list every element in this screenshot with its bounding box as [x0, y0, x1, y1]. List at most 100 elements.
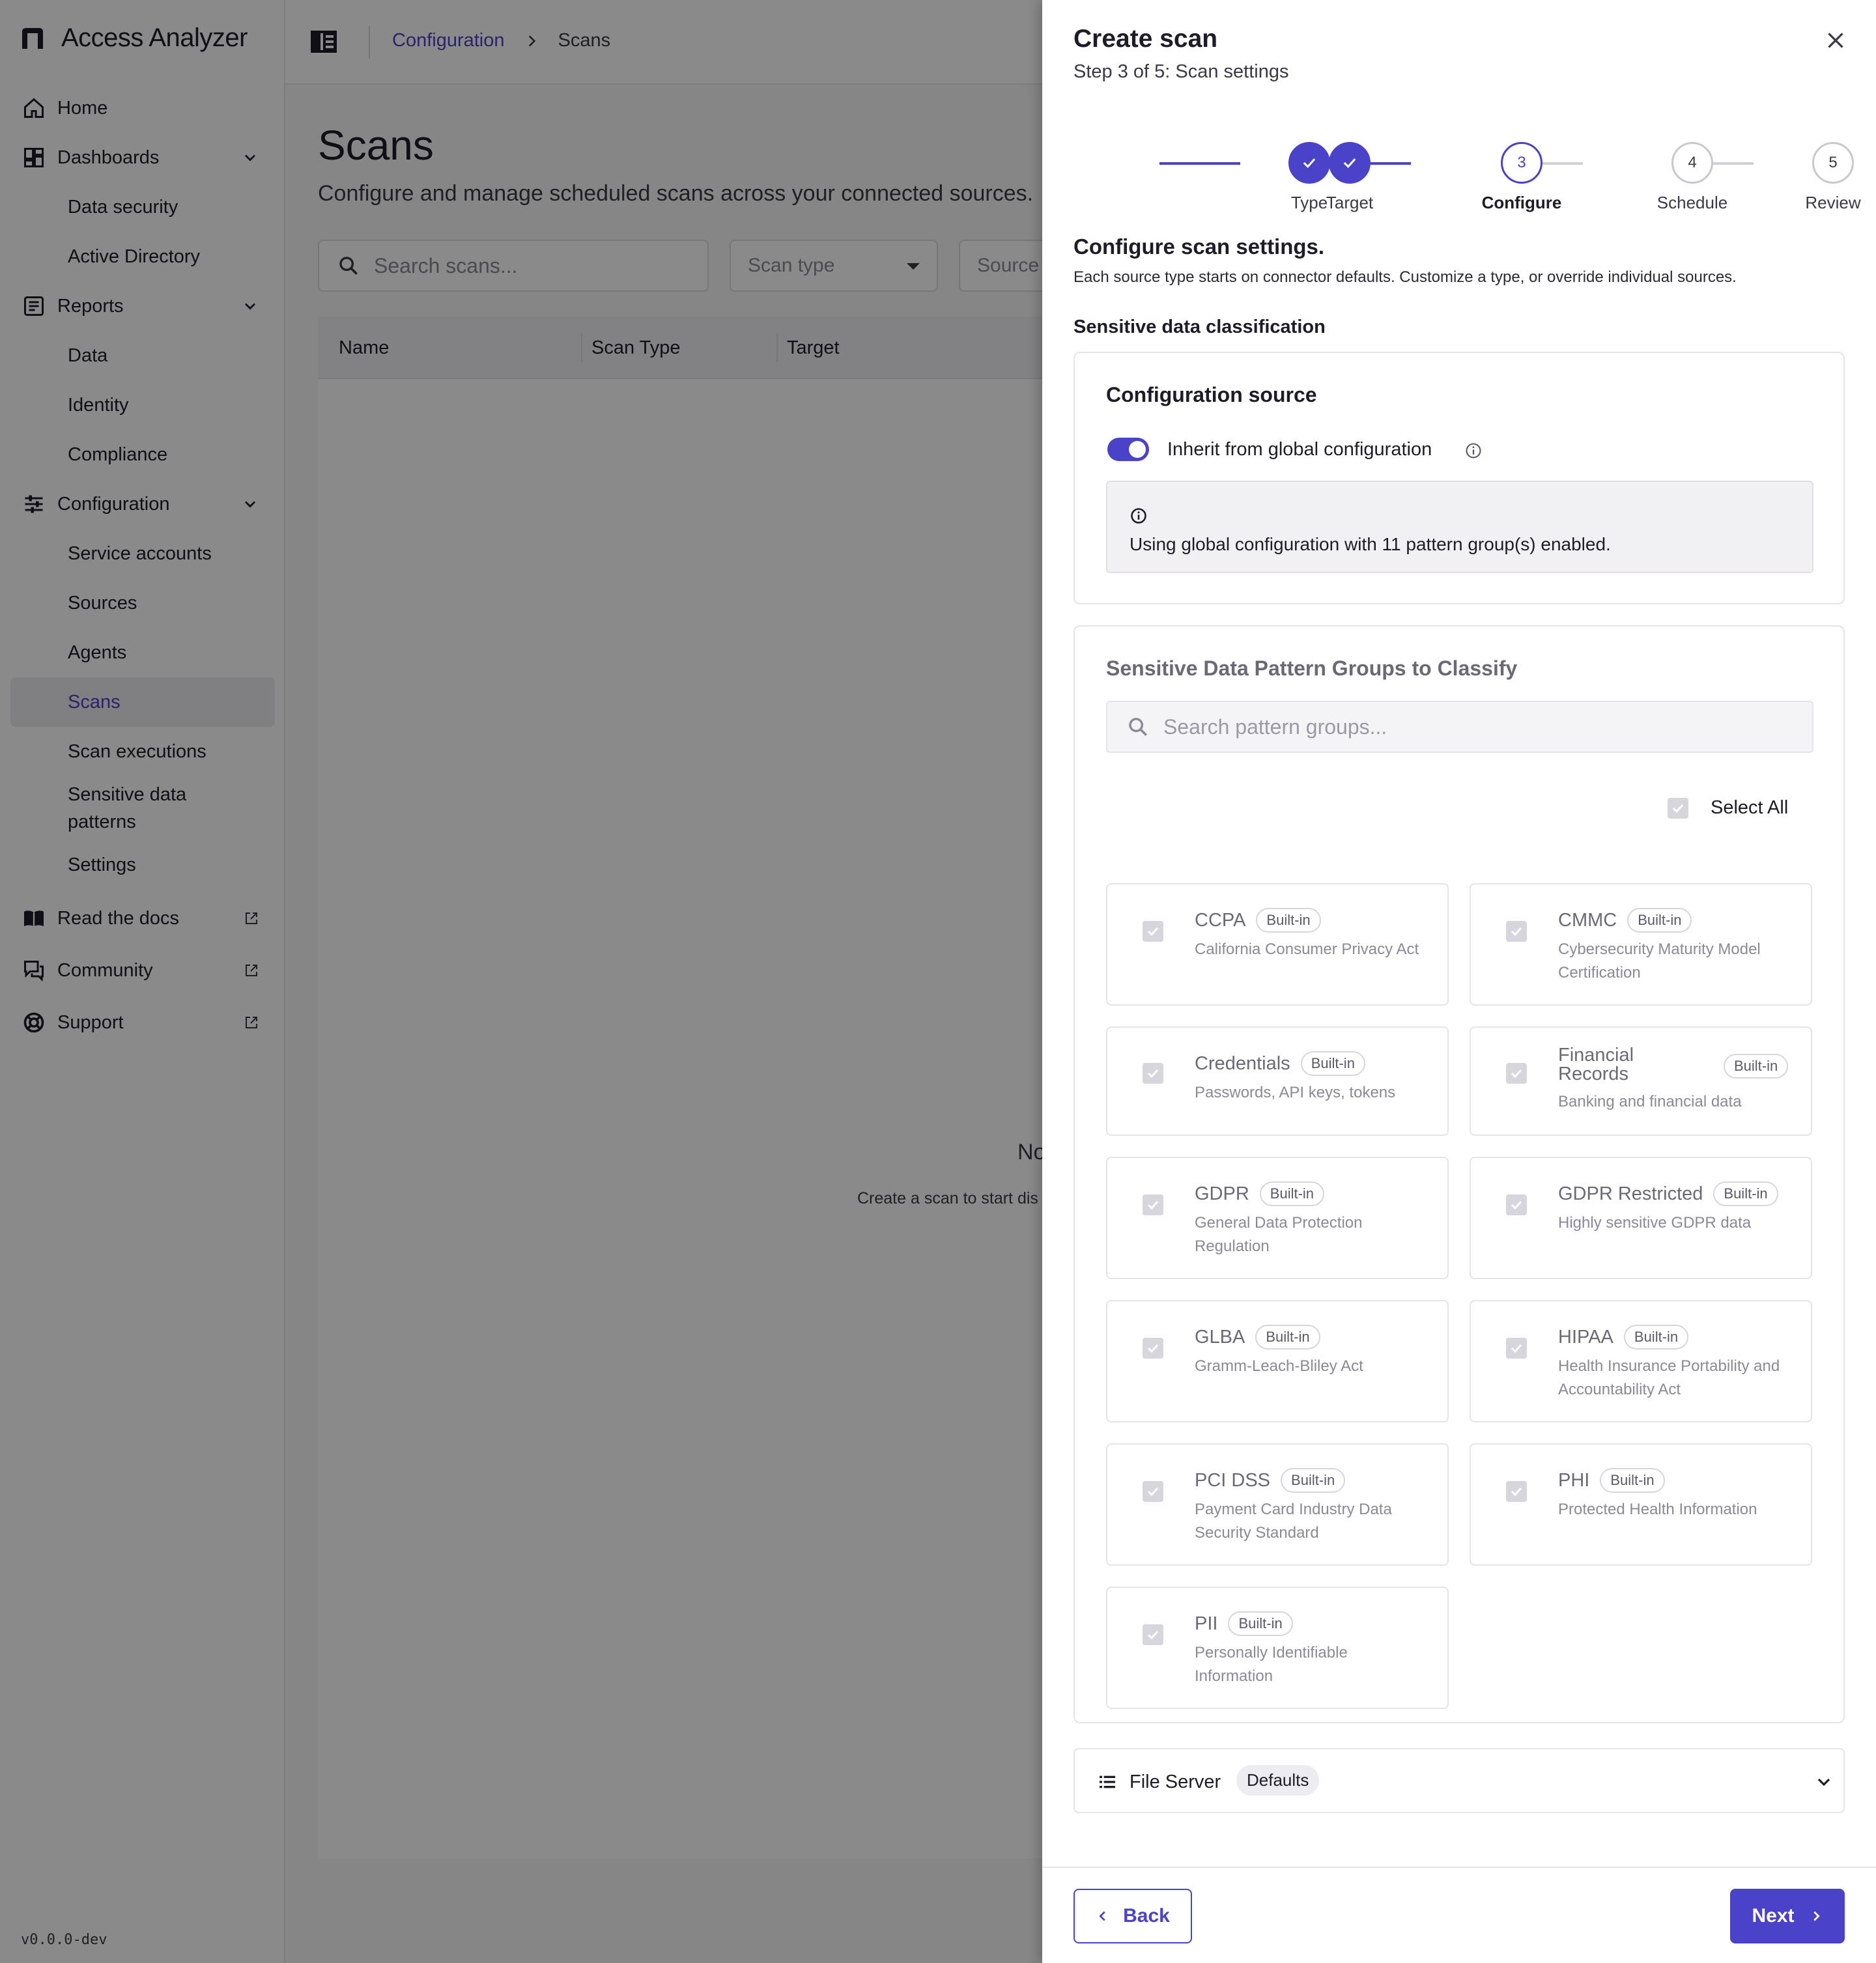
pattern-group-description: Health Insurance Portability and Account… — [1558, 1357, 1780, 1398]
select-all-label: Select All — [1711, 797, 1789, 818]
pattern-group-name: GDPR — [1195, 1183, 1249, 1204]
select-all-checkbox[interactable]: Select All — [1668, 797, 1788, 819]
pattern-group-card[interactable]: CCPA Built-in California Consumer Privacy … — [1106, 883, 1449, 1006]
pattern-group-description: Payment Card Industry Data Security Stan… — [1195, 1501, 1392, 1542]
pattern-group-card[interactable]: PCI DSS Built-in Payment Card Industry Dat… — [1106, 1443, 1449, 1566]
built-in-badge: Built-in — [1256, 908, 1321, 933]
checkbox-checked-icon[interactable] — [1143, 1338, 1163, 1359]
drawer-step-text: Step 3 of 5: Scan settings — [1073, 61, 1289, 82]
configuration-source-card: Configuration source Inherit from global… — [1073, 352, 1845, 604]
step-label: Target — [1326, 193, 1374, 212]
pattern-group-name-row: GLBA Built-in — [1195, 1325, 1320, 1349]
built-in-badge: Built-in — [1600, 1468, 1665, 1493]
checkbox-checked-icon[interactable] — [1143, 1194, 1163, 1215]
built-in-badge: Built-in — [1228, 1611, 1293, 1636]
pattern-group-name-row: HIPAA Built-in — [1558, 1325, 1689, 1349]
built-in-badge: Built-in — [1259, 1181, 1325, 1206]
checkbox-checked-icon[interactable] — [1143, 1481, 1163, 1502]
step-target[interactable]: Target — [1285, 142, 1415, 213]
step-number: 3 — [1501, 142, 1542, 184]
toggle-label: Inherit from global configuration — [1167, 439, 1432, 460]
pattern-group-name: PII — [1195, 1613, 1218, 1634]
close-icon[interactable] — [1824, 29, 1847, 52]
pattern-group-name: CMMC — [1558, 909, 1617, 931]
pattern-group-description: Personally Identifiable Information — [1195, 1644, 1348, 1685]
pattern-group-name-row: PHI Built-in — [1558, 1468, 1665, 1493]
file-server-accordion[interactable]: File Server Defaults — [1073, 1748, 1845, 1813]
pattern-group-description: Highly sensitive GDPR data — [1558, 1214, 1752, 1232]
pattern-group-description: General Data Protection Regulation — [1195, 1214, 1363, 1255]
pattern-group-description: Banking and financial data — [1558, 1093, 1742, 1110]
info-text: Using global configuration with 11 patte… — [1130, 534, 1611, 554]
pattern-group-card[interactable]: PII Built-in Personally Identifiable Infor… — [1106, 1587, 1449, 1709]
chevron-left-icon — [1099, 1911, 1105, 1921]
pattern-group-name: GDPR Restricted — [1558, 1183, 1703, 1204]
checkbox-checked-icon[interactable] — [1143, 1063, 1163, 1084]
pattern-group-card[interactable]: CMMC Built-in Cybersecurity Maturity Model… — [1470, 883, 1812, 1006]
defaults-chip: Defaults — [1236, 1765, 1320, 1796]
pattern-group-name-row: PCI DSS Built-in — [1195, 1468, 1346, 1493]
next-button[interactable]: Next — [1730, 1889, 1845, 1943]
create-scan-drawer: Create scan Step 3 of 5: Scan settings T… — [1042, 0, 1876, 1963]
built-in-badge: Built-in — [1623, 1325, 1689, 1349]
search-icon — [1129, 718, 1148, 737]
inherit-global-toggle[interactable] — [1107, 438, 1149, 461]
pattern-group-description: Protected Health Information — [1558, 1501, 1757, 1518]
pattern-groups-card: Sensitive Data Pattern Groups to Classif… — [1073, 625, 1845, 1723]
step-label: Schedule — [1656, 193, 1728, 212]
chevron-down-icon — [1817, 1778, 1830, 1786]
checkbox-checked-icon — [1668, 797, 1688, 819]
step-schedule[interactable]: 4 Schedule — [1627, 142, 1757, 213]
chevron-right-icon — [1813, 1911, 1820, 1921]
built-in-badge: Built-in — [1724, 1054, 1789, 1079]
step-label: Review — [1805, 193, 1861, 212]
pattern-group-card[interactable]: GDPR Restricted Built-in Highly sensitive … — [1470, 1157, 1812, 1279]
step-connector — [1159, 162, 1240, 165]
search-placeholder: Search pattern groups... — [1163, 714, 1387, 739]
pattern-group-card[interactable]: PHI Built-in Protected Health Information — [1470, 1443, 1812, 1566]
step-label: Configure — [1481, 193, 1562, 212]
pattern-group-name: CCPA — [1195, 909, 1246, 931]
back-button[interactable]: Back — [1073, 1889, 1192, 1943]
pattern-group-card[interactable]: Credentials Built-in Passwords, API keys, … — [1106, 1026, 1449, 1136]
checkbox-checked-icon[interactable] — [1506, 1194, 1527, 1215]
checkbox-checked-icon[interactable] — [1506, 1338, 1527, 1359]
pattern-group-description: Cybersecurity Maturity Model Certificati… — [1558, 940, 1761, 982]
pattern-group-search-input[interactable]: Search pattern groups... — [1106, 701, 1813, 753]
pattern-group-name: GLBA — [1195, 1326, 1245, 1348]
built-in-badge: Built-in — [1627, 908, 1692, 933]
checkbox-checked-icon[interactable] — [1506, 1481, 1527, 1502]
pattern-group-card[interactable]: Built-in Financial Records Banking and fin… — [1470, 1026, 1812, 1136]
drawer-title: Create scan — [1073, 25, 1218, 53]
step-done-circle — [1329, 142, 1371, 184]
pattern-group-card[interactable]: GLBA Built-in Gramm-Leach-Bliley Act — [1106, 1300, 1449, 1422]
built-in-badge: Built-in — [1281, 1468, 1346, 1493]
checkbox-checked-icon[interactable] — [1143, 921, 1163, 942]
pattern-group-name: HIPAA — [1558, 1326, 1613, 1348]
pattern-group-description: California Consumer Privacy Act — [1195, 940, 1419, 958]
list-icon — [1100, 1775, 1115, 1788]
checkbox-checked-icon[interactable] — [1506, 1063, 1527, 1084]
built-in-badge: Built-in — [1300, 1051, 1365, 1076]
pattern-group-name: Credentials — [1195, 1052, 1290, 1074]
pattern-group-name-row: Financial Records — [1558, 1046, 1643, 1084]
step-configure[interactable]: 3 Configure — [1457, 142, 1587, 213]
checkbox-checked-icon[interactable] — [1506, 921, 1527, 942]
pattern-group-card[interactable]: GDPR Built-in General Data Protection Regu… — [1106, 1157, 1449, 1279]
section-label: Sensitive data classification — [1073, 317, 1326, 337]
file-server-label: File Server — [1130, 1772, 1221, 1792]
info-icon[interactable] — [1464, 442, 1483, 460]
configure-description: Each source type starts on connector def… — [1073, 268, 1737, 286]
pattern-group-name: PHI — [1558, 1469, 1590, 1491]
step-number: 4 — [1671, 142, 1713, 184]
checkbox-checked-icon[interactable] — [1143, 1624, 1163, 1645]
modal-backdrop[interactable] — [0, 0, 1042, 1963]
pattern-group-card[interactable]: HIPAA Built-in Health Insurance Portabilit… — [1470, 1300, 1812, 1422]
card-title: Sensitive Data Pattern Groups to Classif… — [1106, 657, 1518, 680]
pattern-group-name-row: CCPA Built-in — [1195, 908, 1321, 933]
pattern-group-name: Financial Records — [1558, 1045, 1634, 1084]
step-review[interactable]: 5 Review — [1800, 142, 1866, 213]
pattern-group-name-row: PII Built-in — [1195, 1611, 1293, 1636]
pattern-group-description: Gramm-Leach-Bliley Act — [1195, 1357, 1363, 1375]
step-number: 5 — [1812, 142, 1854, 184]
